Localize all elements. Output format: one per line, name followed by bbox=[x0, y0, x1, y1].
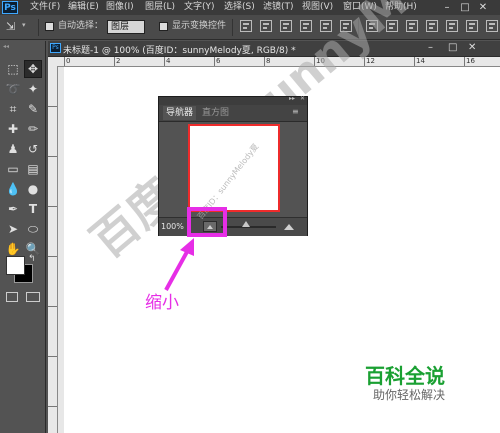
document-icon: Ps bbox=[50, 43, 61, 53]
zoom-out-highlight bbox=[187, 207, 227, 237]
foreground-color-swatch[interactable] bbox=[6, 256, 25, 275]
lasso-tool-icon[interactable]: ➰ bbox=[4, 80, 22, 98]
screen-mode-icon[interactable] bbox=[26, 292, 40, 302]
close-icon[interactable]: ✕ bbox=[476, 1, 490, 14]
gradient-tool-icon[interactable]: ▤ bbox=[24, 160, 42, 178]
document-title: 未标题-1 @ 100% (百度ID：sunnyMelody夏, RGB/8) … bbox=[63, 46, 296, 56]
pen-tool-icon[interactable]: ✒ bbox=[4, 200, 22, 218]
app-logo: Ps bbox=[2, 1, 18, 14]
marquee-tool-icon[interactable]: ⬚ bbox=[4, 60, 22, 78]
shape-tool-icon[interactable]: ⬭ bbox=[24, 220, 42, 238]
align-vcenter-icon[interactable] bbox=[260, 20, 272, 32]
panel-collapse-icon[interactable]: ◂◂ bbox=[3, 43, 9, 50]
distribute-left-icon[interactable] bbox=[426, 20, 438, 32]
annotation-arrow bbox=[164, 238, 194, 291]
move-tool-preset-icon[interactable]: ⇲ bbox=[6, 20, 15, 33]
doc-minimize-icon[interactable]: – bbox=[428, 42, 433, 53]
magic-wand-tool-icon[interactable]: ✦ bbox=[24, 80, 42, 98]
ruler-number: 2 bbox=[116, 57, 121, 65]
ruler-number: 16 bbox=[466, 57, 475, 65]
menu-select[interactable]: 选择(S) bbox=[224, 1, 255, 14]
swap-colors-icon[interactable]: ↰ bbox=[28, 254, 36, 264]
panel-header[interactable]: ▸▸ ✕ bbox=[159, 95, 307, 105]
doc-maximize-icon[interactable]: □ bbox=[448, 42, 457, 53]
move-tool-icon[interactable]: ✥ bbox=[24, 60, 42, 78]
align-top-icon[interactable] bbox=[240, 20, 252, 32]
menu-type[interactable]: 文字(Y) bbox=[184, 1, 215, 14]
distribute-right-icon[interactable] bbox=[466, 20, 478, 32]
history-brush-tool-icon[interactable]: ↺ bbox=[24, 140, 42, 158]
brand-subtitle: 助你轻松解决 bbox=[373, 388, 446, 402]
minimize-icon[interactable]: – bbox=[440, 1, 454, 14]
auto-align-icon[interactable] bbox=[486, 20, 498, 32]
annotation-label: 缩小 bbox=[145, 293, 179, 313]
auto-select-checkbox[interactable] bbox=[45, 22, 54, 31]
auto-select-label: 自动选择： bbox=[58, 21, 104, 31]
healing-brush-tool-icon[interactable]: ✚ bbox=[4, 120, 22, 138]
tab-navigator[interactable]: 导航器 bbox=[163, 106, 197, 120]
panel-close-icon[interactable]: ✕ bbox=[300, 95, 305, 102]
ruler-number: 4 bbox=[166, 57, 171, 65]
crop-tool-icon[interactable]: ⌗ bbox=[4, 100, 22, 118]
path-selection-tool-icon[interactable]: ➤ bbox=[4, 220, 22, 238]
panel-collapse-icon[interactable]: ▸▸ bbox=[289, 95, 295, 102]
brand-title: 百科全说 bbox=[365, 364, 445, 388]
distribute-hcenter-icon[interactable] bbox=[446, 20, 458, 32]
align-bottom-icon[interactable] bbox=[280, 20, 292, 32]
tab-histogram[interactable]: 直方图 bbox=[199, 106, 232, 120]
options-divider bbox=[38, 19, 39, 36]
menu-file[interactable]: 文件(F) bbox=[30, 1, 60, 14]
menu-edit[interactable]: 编辑(E) bbox=[68, 1, 99, 14]
zoom-in-icon[interactable] bbox=[281, 221, 297, 232]
navigator-zoom-bar: 100% bbox=[159, 217, 307, 236]
maximize-icon[interactable]: □ bbox=[458, 1, 472, 14]
zoom-slider-thumb[interactable] bbox=[242, 221, 250, 227]
ruler-number: 6 bbox=[216, 57, 221, 65]
show-transform-label: 显示变换控件 bbox=[172, 21, 227, 31]
clone-stamp-tool-icon[interactable]: ♟ bbox=[4, 140, 22, 158]
menu-filter[interactable]: 滤镜(T) bbox=[263, 1, 294, 14]
menu-image[interactable]: 图像(I) bbox=[106, 1, 134, 14]
panel-menu-icon[interactable]: ≡ bbox=[292, 107, 299, 116]
doc-close-icon[interactable]: ✕ bbox=[468, 42, 476, 53]
menu-layer[interactable]: 图层(L) bbox=[145, 1, 175, 14]
show-transform-checkbox[interactable] bbox=[159, 22, 168, 31]
ruler-number: 0 bbox=[66, 57, 71, 65]
dodge-tool-icon[interactable]: ● bbox=[24, 180, 42, 198]
quick-mask-icon[interactable] bbox=[6, 292, 18, 302]
blur-tool-icon[interactable]: 💧 bbox=[4, 180, 22, 198]
type-tool-icon[interactable]: T bbox=[24, 200, 42, 218]
zoom-value[interactable]: 100% bbox=[161, 222, 184, 231]
options-divider bbox=[232, 19, 233, 36]
auto-select-dropdown[interactable]: 图层 bbox=[107, 20, 145, 34]
vertical-ruler bbox=[48, 66, 58, 433]
ruler-number: 14 bbox=[416, 57, 425, 65]
chevron-down-icon[interactable]: ▾ bbox=[22, 21, 26, 29]
eyedropper-tool-icon[interactable]: ✎ bbox=[24, 100, 42, 118]
brush-tool-icon[interactable]: ✏ bbox=[24, 120, 42, 138]
eraser-tool-icon[interactable]: ▭ bbox=[4, 160, 22, 178]
